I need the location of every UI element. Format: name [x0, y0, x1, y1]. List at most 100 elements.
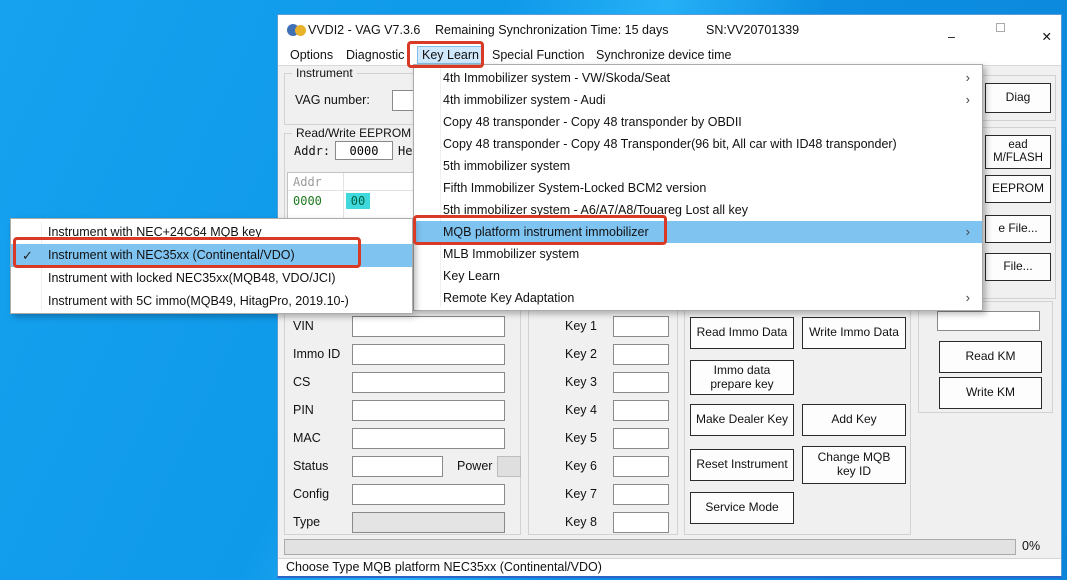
mac-field[interactable] — [352, 428, 505, 449]
submenu-item-5c-immo-mqb49[interactable]: Instrument with 5C immo(MQB49, HitagPro,… — [11, 290, 412, 313]
make-dealer-key-button[interactable]: Make Dealer Key — [690, 404, 794, 436]
key-6-label: Key 6 — [565, 459, 597, 473]
menu-bar: Options Diagnostic Key Learn Special Fun… — [278, 45, 1061, 66]
menu-item-copy48-obdii[interactable]: Copy 48 transponder - Copy 48 transponde… — [414, 111, 982, 133]
annotation-box-nec35xx — [13, 237, 361, 268]
status-text: Choose Type MQB platform NEC35xx (Contin… — [286, 560, 602, 574]
addr-label: Addr: — [294, 144, 330, 158]
menu-options[interactable]: Options — [286, 47, 337, 63]
immo-data-form-group: VIN Immo ID CS PIN MAC Status Power Conf… — [284, 309, 521, 535]
diag-button[interactable]: Diag — [985, 83, 1051, 113]
addr-field[interactable] — [335, 141, 393, 160]
type-field[interactable] — [352, 512, 505, 533]
immo-data-prepare-key-button[interactable]: Immo data prepare key — [690, 360, 794, 395]
menu-item-remote-key-adaptation[interactable]: Remote Key Adaptation › — [414, 287, 982, 309]
submenu-arrow-icon: › — [966, 67, 970, 89]
menu-item-copy48-96bit[interactable]: Copy 48 transponder - Copy 48 Transponde… — [414, 133, 982, 155]
change-mqb-key-id-button[interactable]: Change MQB key ID — [802, 446, 906, 484]
immo-id-field[interactable] — [352, 344, 505, 365]
key-6-field[interactable] — [613, 456, 669, 477]
key-5-label: Key 5 — [565, 431, 597, 445]
read-eeprom-flash-button[interactable]: eadM/FLASH — [985, 135, 1051, 169]
menu-item-4th-immobilizer-vw[interactable]: 4th Immobilizer system - VW/Skoda/Seat › — [414, 67, 982, 89]
type-label: Type — [293, 515, 320, 529]
vin-field[interactable] — [352, 316, 505, 337]
diag-group: Diag — [978, 75, 1056, 121]
pin-label: PIN — [293, 403, 314, 417]
submenu-arrow-icon: › — [966, 287, 970, 309]
grid-selected-cell[interactable]: 00 — [346, 193, 370, 209]
key-5-field[interactable] — [613, 428, 669, 449]
file-operations-group: eadM/FLASH EEPROM e File... File... — [978, 127, 1056, 299]
pin-field[interactable] — [352, 400, 505, 421]
power-label: Power — [457, 459, 492, 473]
close-button[interactable]: ✕ — [1021, 15, 1062, 44]
submenu-arrow-icon: › — [966, 221, 970, 243]
menu-item-mlb-immobilizer[interactable]: MLB Immobilizer system — [414, 243, 982, 265]
key-4-field[interactable] — [613, 400, 669, 421]
key-8-label: Key 8 — [565, 515, 597, 529]
key-4-label: Key 4 — [565, 403, 597, 417]
instrument-group-title: Instrument — [292, 66, 357, 80]
grid-row-address: 0000 — [293, 194, 322, 208]
immo-id-label: Immo ID — [293, 347, 340, 361]
minimize-button[interactable]: – — [926, 15, 970, 44]
key-2-label: Key 2 — [565, 347, 597, 361]
vag-number-label: VAG number: — [295, 93, 370, 107]
key-1-label: Key 1 — [565, 319, 597, 333]
menu-item-4th-immobilizer-audi[interactable]: 4th immobilizer system - Audi › — [414, 89, 982, 111]
sync-time-text: Remaining Synchronization Time: 15 days — [435, 23, 668, 37]
maximize-icon — [996, 23, 1005, 32]
key-8-field[interactable] — [613, 512, 669, 533]
key-3-label: Key 3 — [565, 375, 597, 389]
km-group: Read KM Write KM — [918, 301, 1053, 413]
menu-item-5th-immobilizer[interactable]: 5th immobilizer system — [414, 155, 982, 177]
status-label: Status — [293, 459, 328, 473]
key-7-label: Key 7 — [565, 487, 597, 501]
save-file-button[interactable]: e File... — [985, 215, 1051, 243]
eeprom-group-title: Read/Write EEPROM — [292, 126, 415, 140]
key-1-field[interactable] — [613, 316, 669, 337]
annotation-box-key-learn — [407, 41, 484, 68]
cs-label: CS — [293, 375, 310, 389]
service-mode-button[interactable]: Service Mode — [690, 492, 794, 524]
progress-percent: 0% — [1022, 539, 1040, 553]
write-immo-data-button[interactable]: Write Immo Data — [802, 317, 906, 349]
reset-instrument-button[interactable]: Reset Instrument — [690, 449, 794, 481]
read-km-button[interactable]: Read KM — [939, 341, 1042, 373]
key-learn-dropdown-menu: 4th Immobilizer system - VW/Skoda/Seat ›… — [413, 64, 983, 311]
load-file-button[interactable]: File... — [985, 253, 1051, 281]
menu-special-function[interactable]: Special Function — [488, 47, 588, 63]
menu-synchronize-device-time[interactable]: Synchronize device time — [592, 47, 735, 63]
power-indicator — [497, 456, 521, 477]
vin-label: VIN — [293, 319, 314, 333]
key-2-field[interactable] — [613, 344, 669, 365]
config-label: Config — [293, 487, 329, 501]
annotation-box-mqb-platform — [413, 215, 667, 245]
read-immo-data-button[interactable]: Read Immo Data — [690, 317, 794, 349]
status-bar: Choose Type MQB platform NEC35xx (Contin… — [278, 558, 1061, 576]
mac-label: MAC — [293, 431, 321, 445]
write-km-button[interactable]: Write KM — [939, 377, 1042, 409]
window-title: VVDI2 - VAG V7.3.6 — [308, 23, 420, 37]
app-icon — [287, 23, 307, 37]
submenu-arrow-icon: › — [966, 89, 970, 111]
km-field[interactable] — [937, 311, 1040, 331]
menu-item-key-learn[interactable]: Key Learn — [414, 265, 982, 287]
menu-item-fifth-locked-bcm2[interactable]: Fifth Immobilizer System-Locked BCM2 ver… — [414, 177, 982, 199]
serial-number: SN:VV20701339 — [706, 23, 799, 37]
write-eeprom-button[interactable]: EEPROM — [985, 175, 1051, 203]
maximize-button[interactable] — [974, 15, 1018, 44]
status-field[interactable] — [352, 456, 443, 477]
keys-group: Key 1 Key 2 Key 3 Key 4 Key 5 Key 6 Key … — [528, 309, 678, 535]
key-3-field[interactable] — [613, 372, 669, 393]
key-7-field[interactable] — [613, 484, 669, 505]
add-key-button[interactable]: Add Key — [802, 404, 906, 436]
config-field[interactable] — [352, 484, 505, 505]
grid-addr-header: Addr — [293, 175, 322, 189]
title-bar: VVDI2 - VAG V7.3.6 Remaining Synchroniza… — [278, 15, 1061, 45]
menu-diagnostic[interactable]: Diagnostic — [342, 47, 408, 63]
desktop-background: VVDI2 - VAG V7.3.6 Remaining Synchroniza… — [0, 0, 1067, 580]
submenu-item-locked-nec35xx-mqb48[interactable]: Instrument with locked NEC35xx(MQB48, VD… — [11, 267, 412, 290]
cs-field[interactable] — [352, 372, 505, 393]
